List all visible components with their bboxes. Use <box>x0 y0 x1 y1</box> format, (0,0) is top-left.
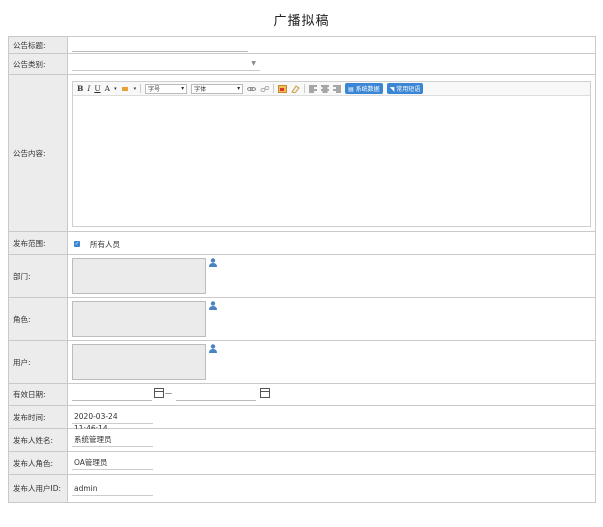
title-input[interactable] <box>72 39 248 52</box>
editor-content-area[interactable] <box>73 96 590 226</box>
chevron-down-icon: ▾ <box>237 85 241 92</box>
chevron-down-icon[interactable]: ▾ <box>114 86 117 92</box>
publish-time-field: 2020-03-24 11:46:14 <box>72 411 153 433</box>
toolbar-divider <box>140 84 142 93</box>
chevron-down-icon: ▾ <box>181 85 185 92</box>
align-left-icon[interactable] <box>309 85 318 93</box>
user-picker-icon[interactable] <box>209 258 217 267</box>
label-role: 角色: <box>8 297 68 341</box>
label-name: 发布人姓名: <box>8 428 68 452</box>
toolbar-divider <box>273 84 275 93</box>
font-family-select[interactable]: 字体 ▾ <box>191 83 244 94</box>
scope-all-label: 所有人员 <box>90 240 120 249</box>
font-family-label: 字体 <box>194 86 207 93</box>
chevron-down-icon[interactable]: ▾ <box>134 86 137 92</box>
link-icon[interactable] <box>247 85 257 93</box>
publisher-uid-field: admin <box>72 483 153 496</box>
label-category: 公告类别: <box>8 53 68 75</box>
label-uid: 发布人用户ID: <box>8 474 68 503</box>
bold-button[interactable]: B <box>77 84 83 93</box>
eraser-icon[interactable] <box>291 84 300 93</box>
unlink-icon[interactable] <box>260 85 270 93</box>
chevron-down-icon: ▼ <box>251 60 256 67</box>
publisher-name-field: 系统管理员 <box>72 434 153 447</box>
calendar-icon[interactable] <box>260 388 270 398</box>
date-range-separator: — <box>165 389 172 397</box>
label-scope: 发布范围: <box>8 231 68 255</box>
publisher-role-field: OA管理员 <box>72 457 153 470</box>
label-time: 发布时间: <box>8 405 68 429</box>
align-center-icon[interactable] <box>321 85 330 93</box>
image-icon[interactable] <box>278 84 288 93</box>
label-content: 公告内容: <box>8 74 68 232</box>
system-data-label: 系统数据 <box>355 86 380 93</box>
label-prole: 发布人角色: <box>8 451 68 475</box>
notice-form: 公告标题: 公告类别: ▼ 公告内容: B I U A ▾ ▾ 字号 ▾ 字体 … <box>8 36 596 503</box>
dept-box[interactable] <box>72 258 206 294</box>
font-size-select[interactable]: 字号 ▾ <box>145 83 188 94</box>
label-valid: 有效日期: <box>8 383 68 406</box>
valid-end-input[interactable] <box>176 388 256 401</box>
toolbar-divider <box>304 84 306 93</box>
role-box[interactable] <box>72 301 206 337</box>
editor-toolbar: B I U A ▾ ▾ 字号 ▾ 字体 ▾ ▤ 系统数据 ◥ 常用短语 <box>73 82 590 96</box>
label-dept: 部门: <box>8 254 68 298</box>
common-phrase-label: 常用短语 <box>396 86 421 93</box>
font-size-label: 字号 <box>148 86 161 93</box>
underline-button[interactable]: U <box>94 84 100 93</box>
font-color-button[interactable]: A <box>105 84 110 93</box>
valid-start-input[interactable] <box>72 388 152 401</box>
user-box[interactable] <box>72 344 206 380</box>
calendar-icon[interactable] <box>154 388 164 398</box>
align-right-icon[interactable] <box>333 85 342 93</box>
label-user: 用户: <box>8 340 68 384</box>
page-title: 广播拟稿 <box>273 14 330 29</box>
label-title: 公告标题: <box>8 36 68 54</box>
rich-text-editor: B I U A ▾ ▾ 字号 ▾ 字体 ▾ ▤ 系统数据 ◥ 常用短语 <box>72 81 591 227</box>
category-select[interactable]: ▼ <box>72 58 260 71</box>
scope-all-checkbox[interactable]: ✓ <box>74 241 80 247</box>
system-data-button[interactable]: ▤ 系统数据 <box>345 83 383 94</box>
user-picker-icon[interactable] <box>209 301 217 310</box>
italic-button[interactable]: I <box>87 84 90 93</box>
user-picker-icon[interactable] <box>209 344 217 353</box>
highlight-icon[interactable] <box>121 85 130 93</box>
common-phrase-button[interactable]: ◥ 常用短语 <box>386 83 424 94</box>
